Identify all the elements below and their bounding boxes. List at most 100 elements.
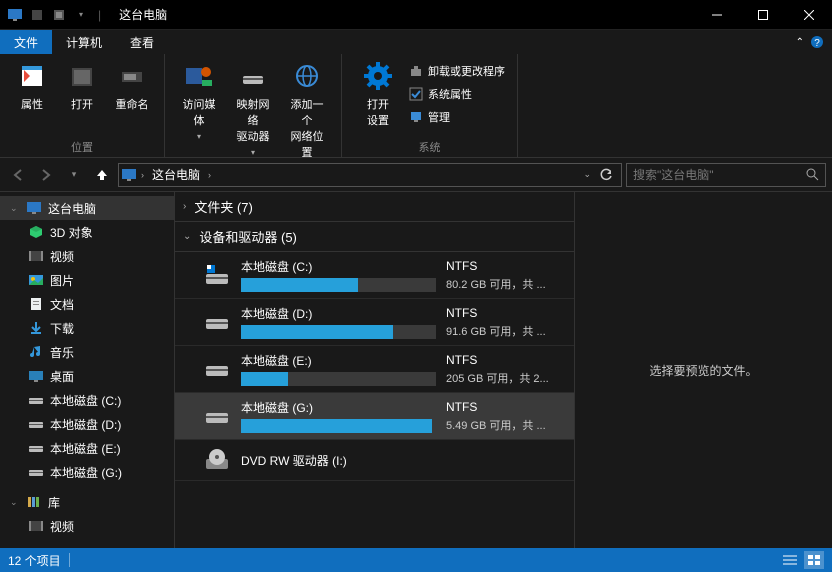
item-list[interactable]: ›文件夹 (7) ⌄设备和驱动器 (5) 本地磁盘 (C:)NTFS80.2 G… (175, 192, 575, 548)
drive-name: 本地磁盘 (D:) (241, 305, 436, 322)
maximize-button[interactable] (740, 0, 786, 30)
drive-free: 205 GB 可用，共 2... (446, 370, 566, 386)
status-bar: 12 个项目 (0, 548, 832, 572)
sidebar-item-thispc[interactable]: ⌄这台电脑 (0, 196, 174, 220)
drive-fs: NTFS (446, 400, 566, 414)
cube-icon (28, 224, 44, 240)
sidebar-item[interactable]: 音乐 (0, 340, 174, 364)
pc-icon (26, 200, 42, 216)
uninstall-button[interactable]: 卸载或更改程序 (408, 60, 505, 82)
expand-icon[interactable]: ⌄ (10, 497, 20, 508)
sidebar-item[interactable]: 桌面 (0, 364, 174, 388)
desk-icon (28, 368, 44, 384)
sidebar-item[interactable]: 视频 (0, 244, 174, 268)
chevron-down-icon[interactable]: ⌄ (183, 231, 191, 242)
chevron-right-icon[interactable]: › (183, 201, 186, 212)
sidebar-item-label: 图片 (50, 272, 74, 289)
add-netloc-label: 添加一个 网络位置 (287, 96, 327, 160)
drive-item[interactable]: 本地磁盘 (C:)NTFS80.2 GB 可用，共 ... (175, 252, 574, 299)
navigation-pane[interactable]: ⌄这台电脑 3D 对象视频图片文档下载音乐桌面本地磁盘 (C:)本地磁盘 (D:… (0, 192, 175, 548)
back-button[interactable] (6, 163, 30, 187)
pic-icon (28, 272, 44, 288)
address-bar[interactable]: › 这台电脑 › ⌄ (118, 163, 622, 187)
up-button[interactable] (90, 163, 114, 187)
sidebar-item[interactable]: 本地磁盘 (G:) (0, 460, 174, 484)
group-header-drives[interactable]: ⌄设备和驱动器 (5) (175, 222, 574, 252)
dvd-label: DVD RW 驱动器 (I:) (241, 452, 566, 469)
app-icon (6, 6, 24, 24)
ribbon-group-location: 属性 打开 重命名 位置 (0, 54, 165, 157)
sysprops-label: 系统属性 (428, 86, 472, 102)
sidebar-item-label: 本地磁盘 (D:) (50, 416, 121, 433)
qat-undo-icon[interactable] (28, 6, 46, 24)
access-media-button[interactable]: 访问媒体▾ (173, 58, 225, 162)
chevron-right-icon[interactable]: › (141, 170, 144, 180)
drv-icon (28, 416, 44, 432)
sidebar-item-label: 3D 对象 (50, 224, 93, 241)
drive-fs: NTFS (446, 259, 566, 273)
open-settings-button[interactable]: 打开 设置 (354, 58, 402, 130)
recent-dropdown[interactable]: ▾ (62, 163, 86, 187)
titlebar: ▾ | 这台电脑 (0, 0, 832, 30)
add-netloc-button[interactable]: 添加一个 网络位置 (281, 58, 333, 162)
expand-icon[interactable]: ⌄ (10, 203, 20, 214)
group-system-label: 系统 (350, 139, 509, 157)
sidebar-item-label: 下载 (50, 320, 74, 337)
down-icon (28, 320, 44, 336)
drive-item[interactable]: 本地磁盘 (E:)NTFS205 GB 可用，共 2... (175, 346, 574, 393)
chevron-right-icon[interactable]: › (208, 170, 211, 180)
address-dropdown-icon[interactable]: ⌄ (583, 169, 591, 180)
svg-text:?: ? (814, 38, 820, 49)
qat-props-icon[interactable] (50, 6, 68, 24)
sysprops-button[interactable]: 系统属性 (408, 83, 505, 105)
ribbon-collapse-icon[interactable]: ⌃ (796, 37, 804, 48)
properties-button[interactable]: 属性 (8, 58, 56, 114)
rename-label: 重命名 (116, 96, 149, 112)
sidebar-item[interactable]: 本地磁盘 (C:) (0, 388, 174, 412)
usage-bar (241, 372, 436, 386)
drive-item[interactable]: 本地磁盘 (G:)NTFS5.49 GB 可用，共 ... (175, 393, 574, 440)
group-header-folders[interactable]: › 文件夹 (7) (175, 192, 574, 222)
minimize-button[interactable] (694, 0, 740, 30)
qat-dropdown-icon[interactable]: ▾ (72, 6, 90, 24)
group-folders-label: 文件夹 (7) (194, 197, 253, 216)
drive-icon (203, 261, 231, 289)
forward-button[interactable] (34, 163, 58, 187)
drive-icon (203, 355, 231, 383)
map-drive-label: 映射网络 驱动器 (233, 96, 273, 144)
drv-icon (28, 440, 44, 456)
music-icon (28, 344, 44, 360)
sidebar-lib-video-label: 视频 (50, 518, 74, 535)
preview-placeholder: 选择要预览的文件。 (649, 362, 757, 379)
breadcrumb-thispc[interactable]: 这台电脑 (148, 166, 204, 183)
open-button[interactable]: 打开 (58, 58, 106, 114)
sidebar-item[interactable]: 文档 (0, 292, 174, 316)
drive-item[interactable]: 本地磁盘 (D:)NTFS91.6 GB 可用，共 ... (175, 299, 574, 346)
drive-dvd[interactable]: DVD RW 驱动器 (I:) (175, 440, 574, 481)
sidebar-item-library[interactable]: ⌄库 (0, 490, 174, 514)
view-large-button[interactable] (804, 551, 824, 569)
sidebar-item-lib-video[interactable]: 视频 (0, 514, 174, 538)
sidebar-item[interactable]: 本地磁盘 (E:) (0, 436, 174, 460)
video-icon (28, 248, 44, 264)
search-box[interactable]: 搜索"这台电脑" (626, 163, 826, 187)
sidebar-item-label: 本地磁盘 (G:) (50, 464, 122, 481)
drive-name: 本地磁盘 (C:) (241, 258, 436, 275)
sidebar-item[interactable]: 图片 (0, 268, 174, 292)
sidebar-item[interactable]: 3D 对象 (0, 220, 174, 244)
pc-icon (121, 167, 137, 183)
map-drive-button[interactable]: 映射网络 驱动器▾ (227, 58, 279, 162)
view-details-button[interactable] (780, 551, 800, 569)
tab-view[interactable]: 查看 (116, 30, 168, 54)
tab-computer[interactable]: 计算机 (52, 30, 116, 54)
sidebar-item[interactable]: 下载 (0, 316, 174, 340)
manage-button[interactable]: 管理 (408, 106, 505, 128)
close-button[interactable] (786, 0, 832, 30)
refresh-icon[interactable] (599, 168, 613, 182)
rename-button[interactable]: 重命名 (108, 58, 156, 114)
help-icon[interactable]: ? (810, 35, 824, 49)
drv-icon (28, 392, 44, 408)
sidebar-item[interactable]: 本地磁盘 (D:) (0, 412, 174, 436)
tab-file[interactable]: 文件 (0, 30, 52, 54)
drive-free: 91.6 GB 可用，共 ... (446, 323, 566, 339)
